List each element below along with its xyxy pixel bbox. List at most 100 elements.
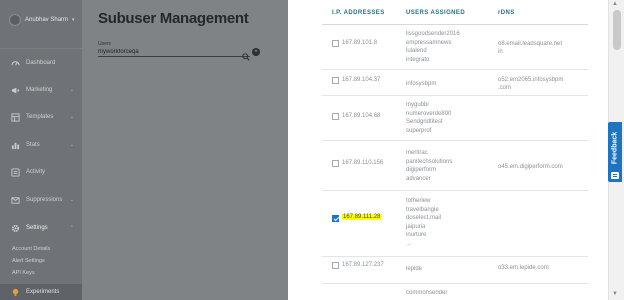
sidebar-item-label: Experiments xyxy=(26,289,60,295)
ip-address: 167.89.111.28 xyxy=(342,214,382,220)
sidebar-item-stats[interactable]: Stats ⌄ xyxy=(0,138,82,152)
user-name: travelbangie xyxy=(406,206,439,213)
scroll-thumb[interactable] xyxy=(613,10,621,50)
feedback-label: Feedback xyxy=(611,131,619,165)
user-name: panitechsolutions xyxy=(406,158,453,165)
template-icon xyxy=(10,112,20,122)
user-name: Anubhav Sharm xyxy=(25,17,69,23)
sidebar-link-api-keys[interactable]: API Keys xyxy=(12,270,35,276)
scroll-down-icon[interactable]: ▼ xyxy=(612,291,618,297)
users-assigned: meritrac panitechsolutions digiperform a… xyxy=(406,149,452,183)
table-row: 167.89.104.37 infosysbpm o52.em2065.info… xyxy=(322,70,588,96)
user-name: doselect.mail xyxy=(406,215,442,221)
ip-address: 167.89.127.237 xyxy=(342,262,384,268)
clear-icon[interactable]: × xyxy=(252,48,260,56)
user-name: commonsender xyxy=(406,290,448,296)
ip-checkbox[interactable] xyxy=(332,40,339,47)
sidebar-item-label: Marketing xyxy=(26,87,53,93)
user-name: ... xyxy=(406,240,412,247)
main-content: Subuser Management Users × xyxy=(82,0,288,300)
sidebar: Anubhav Sharm ▾ Dashboard Marketing ⌄ Te… xyxy=(0,0,82,300)
users-assigned: commonsender xyxy=(406,289,447,298)
activity-icon xyxy=(10,167,20,177)
chevron-up-icon: ⌃ xyxy=(69,225,74,231)
ip-address: 167.89.104.37 xyxy=(342,77,381,83)
users-assigned: lepide xyxy=(406,265,422,274)
user-name: lissgoodsender2016 xyxy=(406,31,460,37)
table-row: 167.89.127.237 lepide o33.em.lepide.com xyxy=(322,257,588,284)
rdns-line: in xyxy=(498,48,503,55)
sidebar-item-label: Activity xyxy=(26,169,46,175)
table-row: 167.89.101.8 lissgoodsender2016 empressa… xyxy=(322,25,588,70)
table-row: 167.89.104.68 mygubbi numeroverde800 Sen… xyxy=(322,96,588,141)
rdns-line: o45.em.digiperform.com xyxy=(498,164,563,170)
chevron-down-icon: ⌄ xyxy=(69,114,74,120)
column-header-users: USERS ASSIGNED xyxy=(406,10,466,16)
sidebar-link-account-details[interactable]: Account Details xyxy=(12,246,50,252)
rdns-line: o8.email.leadsquare.net xyxy=(498,41,563,47)
ip-address: 167.89.104.68 xyxy=(342,113,381,119)
users-assigned: lissgoodsender2016 empressamnews lulalen… xyxy=(406,30,460,64)
rdns-value: o33.em.lepide.com xyxy=(498,265,549,273)
chevron-down-icon: ▾ xyxy=(72,17,75,23)
user-name: inurture xyxy=(406,232,427,238)
user-name: totherlew xyxy=(406,198,431,204)
users-assigned: mygubbi numeroverde800 Sendgridtitest su… xyxy=(406,101,451,135)
user-name: Sendgridtitest xyxy=(406,119,443,125)
ip-checkbox[interactable] xyxy=(332,262,339,269)
ip-checkbox[interactable] xyxy=(332,215,339,222)
user-name: meritrac xyxy=(406,150,428,156)
user-name: empressamnews xyxy=(406,39,452,46)
users-assigned: infosysbpm xyxy=(406,80,436,89)
ip-checkbox[interactable] xyxy=(332,113,339,120)
sidebar-item-label: Stats xyxy=(26,142,40,148)
chevron-down-icon: ⌄ xyxy=(69,87,74,93)
rdns-line: .com xyxy=(498,84,512,91)
chevron-down-icon: ⌄ xyxy=(69,197,74,203)
gear-icon xyxy=(10,223,20,233)
feedback-icon xyxy=(611,172,619,179)
sidebar-item-suppressions[interactable]: Suppressions ⌄ xyxy=(0,193,82,207)
user-name: numeroverde800 xyxy=(406,110,452,117)
user-name: digiperform xyxy=(406,167,437,173)
ip-address: 167.89.110.156 xyxy=(342,160,384,166)
rdns-line: o52.em2065.infosysbpm xyxy=(498,77,564,83)
user-name: jaipuria xyxy=(406,223,426,230)
sidebar-item-label: Settings xyxy=(26,225,48,231)
sidebar-item-activity[interactable]: Activity xyxy=(0,165,82,179)
avatar xyxy=(9,14,21,26)
sidebar-link-alert-settings[interactable]: Alert Settings xyxy=(12,258,45,264)
rdns-line: o33.em.lepide.com xyxy=(498,265,549,271)
chevron-down-icon: ⌄ xyxy=(69,142,74,148)
user-menu[interactable]: Anubhav Sharm ▾ xyxy=(9,14,75,26)
ip-checkbox[interactable] xyxy=(332,160,339,167)
column-header-ip: I.P. ADDRESSES xyxy=(332,10,385,16)
sidebar-item-dashboard[interactable]: Dashboard xyxy=(0,56,82,70)
sidebar-item-label: Templates xyxy=(26,114,54,120)
suppression-icon xyxy=(10,195,20,205)
user-name: infosysbpm xyxy=(406,81,437,87)
user-name: lepide xyxy=(406,266,423,272)
sidebar-item-settings[interactable]: Settings ⌃ xyxy=(0,221,82,235)
user-name: advancer xyxy=(406,175,431,182)
sidebar-item-label: Dashboard xyxy=(26,60,56,66)
user-name: integrato xyxy=(406,56,430,63)
sidebar-item-templates[interactable]: Templates ⌄ xyxy=(0,110,82,124)
ip-checkbox[interactable] xyxy=(332,77,339,84)
user-name: lulalend xyxy=(406,48,427,54)
sidebar-item-label: Suppressions xyxy=(26,197,63,203)
feedback-button[interactable]: Feedback xyxy=(608,122,622,182)
search-input[interactable] xyxy=(98,47,250,57)
user-name: mygubbi xyxy=(406,102,429,108)
search-icon[interactable] xyxy=(242,48,250,61)
rdns-value: o8.email.leadsquare.net in xyxy=(498,41,562,56)
stats-icon xyxy=(10,140,20,150)
user-name: superprof xyxy=(406,127,432,134)
table-row: 167.89.110.156 meritrac panitechsolution… xyxy=(322,141,588,191)
rdns-value: o45.em.digiperform.com xyxy=(498,164,563,172)
sidebar-item-experiments[interactable]: Experiments xyxy=(0,284,82,300)
table-row: commonsender xyxy=(322,284,588,300)
sidebar-item-marketing[interactable]: Marketing ⌄ xyxy=(0,83,82,97)
scroll-up-icon[interactable]: ▲ xyxy=(612,1,618,7)
ip-address: 167.89.101.8 xyxy=(342,40,378,46)
